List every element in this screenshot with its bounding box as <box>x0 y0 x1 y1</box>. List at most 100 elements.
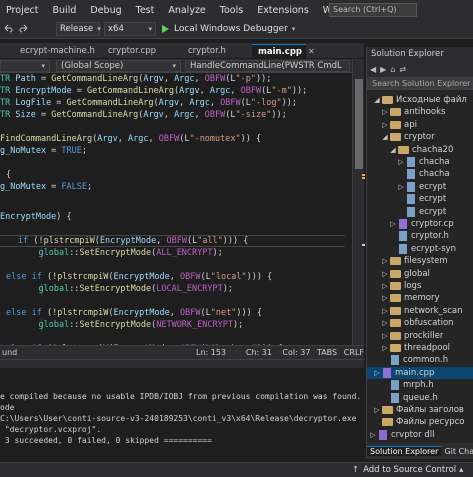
tree-item[interactable]: ▷ obfuscation <box>367 317 453 329</box>
tree-item[interactable]: common.h <box>367 354 448 366</box>
redo-icon[interactable] <box>19 24 29 34</box>
expander-icon[interactable]: ▷ <box>381 280 389 292</box>
tree-item[interactable]: ▷ global <box>367 268 430 280</box>
expander-icon[interactable]: ▷ <box>381 330 389 342</box>
menu-debug[interactable]: Debug <box>83 5 128 16</box>
tab-main-cpp[interactable]: main.cpp ✕ <box>252 44 315 58</box>
close-icon[interactable]: ✕ <box>308 47 315 56</box>
code-editor[interactable]: TR Path = GetCommandLineArg(Argv, Argc, … <box>0 73 352 345</box>
home-icon[interactable]: ⌂ <box>390 65 395 74</box>
editor-scrollbar[interactable] <box>352 59 365 345</box>
tree-item[interactable]: ▷ logs <box>367 280 421 292</box>
platform-dropdown[interactable]: x64 ▾ <box>104 22 156 36</box>
tree-item[interactable]: ecrypt <box>367 206 446 218</box>
menu-extensions[interactable]: Extensions <box>250 5 316 16</box>
expander-icon[interactable]: ▷ <box>381 119 389 131</box>
code-token: SetEncryptMode <box>79 248 152 258</box>
configuration-dropdown[interactable]: Release ▾ <box>56 22 101 36</box>
tree-item[interactable]: ▷ filesystem <box>367 255 447 267</box>
tree-item[interactable]: ▷ threadpool <box>367 342 450 354</box>
code-line: FindCommandLineArg(Argv, Argc, OBFW(L"-n… <box>0 133 261 145</box>
tree-item[interactable]: ▷ network_scan <box>367 305 462 317</box>
tree-item[interactable]: ▷ memory <box>367 292 439 304</box>
tree-item-label: cryptor <box>404 132 435 143</box>
tree-item[interactable]: mrph.h <box>367 379 434 391</box>
code-token: "local" <box>210 272 247 282</box>
tree-item[interactable]: ▷ Файлы заголов <box>367 404 464 416</box>
code-token: OBFW <box>204 110 226 120</box>
tab-solution-explorer[interactable]: Solution Explorer <box>367 446 442 456</box>
column-indicator[interactable]: Col: 37 <box>282 348 317 357</box>
play-icon[interactable] <box>162 25 169 33</box>
find-status: und <box>2 348 18 357</box>
tree-item[interactable]: ▷ prockiller <box>367 330 443 342</box>
undo-icon[interactable] <box>3 24 13 34</box>
menu-build[interactable]: Build <box>46 5 84 16</box>
code-token: plstrcmpiW <box>43 236 95 246</box>
tab-ecrypt-machine-h[interactable]: ecrypt-machine.h <box>14 44 102 58</box>
tree-item[interactable]: ▷ antihooks <box>367 106 445 118</box>
arrow-up-icon[interactable]: ↑ <box>352 465 359 475</box>
menu-analyze[interactable]: Analyze <box>161 5 212 16</box>
tree-item[interactable]: ◢ chacha20 <box>367 144 453 156</box>
char-indicator[interactable]: Ch: 31 <box>246 348 282 357</box>
menu-test[interactable]: Test <box>129 5 162 16</box>
forward-icon[interactable]: ▶ <box>380 65 386 74</box>
tree-item[interactable]: ecrypt <box>367 193 446 205</box>
expander-icon[interactable]: ▷ <box>381 342 389 354</box>
run-debugger-button[interactable]: Local Windows Debugger <box>174 24 288 34</box>
tree-item[interactable]: chacha <box>367 168 450 180</box>
expander-icon[interactable]: ▷ <box>373 404 381 416</box>
expander-icon[interactable]: ◢ <box>381 131 389 143</box>
expander-icon[interactable]: ▷ <box>381 106 389 118</box>
code-token: "-size" <box>235 110 272 120</box>
tree-item[interactable]: ◢ cryptor <box>367 131 435 143</box>
search-input[interactable]: Search (Ctrl+Q) <box>329 3 417 17</box>
tree-item-label: cryptor.h <box>411 231 449 242</box>
menu-tools[interactable]: Tools <box>213 5 250 16</box>
line-indicator[interactable]: Ln: 153 <box>196 348 246 357</box>
tree-item[interactable]: ▷ crvptor dll <box>367 429 434 441</box>
sync-icon[interactable]: ⇄ <box>399 65 406 74</box>
tabs-indicator[interactable]: TABS <box>317 348 344 357</box>
tree-item[interactable]: cryptor.h <box>367 230 449 242</box>
chevron-up-icon[interactable]: ▴ <box>459 465 463 475</box>
solution-search-input[interactable]: Search Solution Explorer (Ctrl+;) <box>367 77 473 90</box>
tree-item[interactable]: ecrypt-syn <box>367 243 456 255</box>
output-pane[interactable]: e compiled because no usable IPDB/IOBJ f… <box>0 359 364 462</box>
tree-item[interactable]: ▷ main.cpp <box>367 366 473 379</box>
tree-item[interactable]: ◢ Исходные файл <box>367 94 466 106</box>
tree-item[interactable]: ▷ chacha <box>367 156 450 168</box>
expander-icon[interactable]: ▷ <box>381 255 389 267</box>
expander-icon[interactable]: ◢ <box>373 94 381 106</box>
expander-icon[interactable]: ▷ <box>381 305 389 317</box>
tab-cryptor-cpp[interactable]: cryptor.cpp <box>102 44 182 58</box>
tree-item[interactable]: Файлы ресурсо <box>367 416 465 428</box>
menu-project[interactable]: Project <box>0 5 46 16</box>
back-icon[interactable]: ◀ <box>370 65 376 74</box>
tree-item[interactable]: ▷ cryptor.cp <box>367 218 454 230</box>
expander-icon[interactable]: ▷ <box>397 181 405 193</box>
folder-icon <box>390 133 401 142</box>
expander-icon[interactable]: ▷ <box>397 156 405 168</box>
expander-icon[interactable]: ▷ <box>389 218 397 230</box>
chevron-down-icon[interactable]: ▾ <box>292 25 296 33</box>
expander-icon[interactable]: ▷ <box>381 268 389 280</box>
function-dropdown[interactable]: HandleCommandLine(PWSTR CmdL <box>185 59 350 72</box>
tab-cryptor-h[interactable]: cryptor.h <box>182 44 252 58</box>
tree-item[interactable]: ▷ api <box>367 119 417 131</box>
expander-icon[interactable]: ▷ <box>373 367 381 379</box>
chevron-down-icon: ▾ <box>148 25 152 33</box>
project-dropdown[interactable]: ▾ <box>0 59 50 72</box>
scrollbar-thumb[interactable] <box>355 79 363 169</box>
scope-dropdown[interactable]: (Global Scope) ▾ <box>56 59 181 72</box>
line-ending-indicator[interactable]: CRLF <box>344 348 364 357</box>
expander-icon[interactable]: ▷ <box>381 317 389 329</box>
expander-icon[interactable]: ▷ <box>369 429 377 441</box>
tab-git-chang[interactable]: Git Chang <box>441 447 473 456</box>
tree-item[interactable]: ▷ ecrypt <box>367 181 446 193</box>
expander-icon[interactable]: ◢ <box>389 144 397 156</box>
add-to-source-control-button[interactable]: Add to Source Control <box>363 465 456 475</box>
expander-icon[interactable]: ▷ <box>381 292 389 304</box>
tree-item[interactable]: queue.h <box>367 392 438 404</box>
